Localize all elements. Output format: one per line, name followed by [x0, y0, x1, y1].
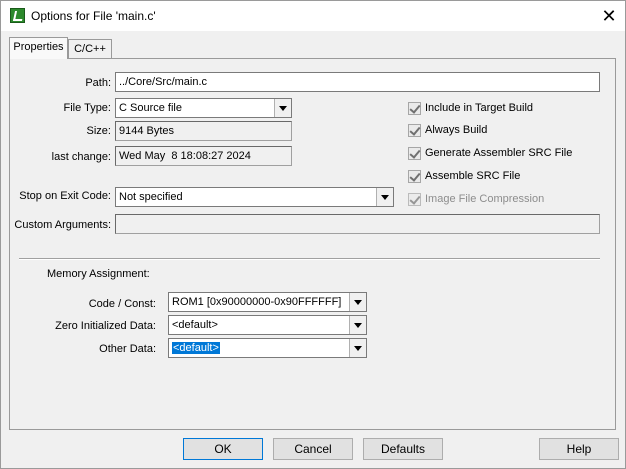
chevron-down-icon[interactable] [349, 293, 366, 311]
help-button[interactable]: Help [539, 438, 619, 460]
chevron-down-icon[interactable] [376, 188, 393, 206]
memory-heading: Memory Assignment: [47, 268, 150, 280]
custom-args-field [115, 214, 600, 234]
code-const-label: Code / Const: [88, 298, 156, 310]
chevron-down-icon[interactable] [274, 99, 291, 117]
code-const-select[interactable]: ROM1 [0x90000000-0x90FFFFFF] [168, 292, 367, 312]
zero-init-select[interactable]: <default> [168, 315, 367, 335]
image-compression-checkbox [408, 193, 421, 206]
other-data-select[interactable]: <default> [168, 338, 367, 358]
custom-args-label: Custom Arguments: [14, 219, 111, 231]
path-field[interactable]: ../Core/Src/main.c [115, 72, 600, 92]
size-value: 9144 Bytes [115, 121, 292, 141]
assemble-src-label: Assemble SRC File [425, 170, 521, 182]
close-icon[interactable]: ✕ [597, 5, 621, 27]
tab-c-cpp[interactable]: C/C++ [68, 39, 112, 59]
last-change-value: Wed May 8 18:08:27 2024 [115, 146, 292, 166]
always-build-checkbox[interactable] [408, 124, 421, 137]
image-compression-label: Image File Compression [425, 193, 545, 205]
include-in-build-label: Include in Target Build [425, 102, 534, 114]
file-type-value: C Source file [119, 102, 182, 114]
zero-init-label: Zero Initialized Data: [55, 320, 156, 332]
keil-app-icon [10, 8, 25, 23]
include-in-build-checkbox[interactable] [408, 102, 421, 115]
chevron-down-icon[interactable] [349, 339, 366, 357]
title-bar[interactable]: Options for File 'main.c' ✕ [1, 1, 625, 31]
tab-properties[interactable]: Properties [9, 37, 68, 59]
stop-on-exit-value: Not specified [119, 191, 183, 203]
file-type-select[interactable]: C Source file [115, 98, 292, 118]
zero-init-value: <default> [172, 319, 218, 331]
window-title: Options for File 'main.c' [31, 9, 156, 23]
defaults-button[interactable]: Defaults [363, 438, 443, 460]
always-build-label: Always Build [425, 124, 488, 136]
last-change-label: last change: [51, 151, 111, 163]
assemble-src-checkbox[interactable] [408, 170, 421, 183]
chevron-down-icon[interactable] [349, 316, 366, 334]
file-type-label: File Type: [63, 102, 112, 114]
ok-button[interactable]: OK [183, 438, 263, 460]
code-const-value: ROM1 [0x90000000-0x90FFFFFF] [172, 296, 342, 308]
generate-asm-src-checkbox[interactable] [408, 147, 421, 160]
size-label: Size: [86, 125, 111, 137]
path-label: Path: [85, 77, 111, 89]
generate-asm-src-label: Generate Assembler SRC File [425, 147, 573, 159]
cancel-button[interactable]: Cancel [273, 438, 353, 460]
other-data-label: Other Data: [99, 343, 156, 355]
other-data-value: <default> [172, 342, 220, 354]
separator [19, 258, 600, 260]
stop-on-exit-label: Stop on Exit Code: [19, 190, 111, 202]
stop-on-exit-select[interactable]: Not specified [115, 187, 394, 207]
